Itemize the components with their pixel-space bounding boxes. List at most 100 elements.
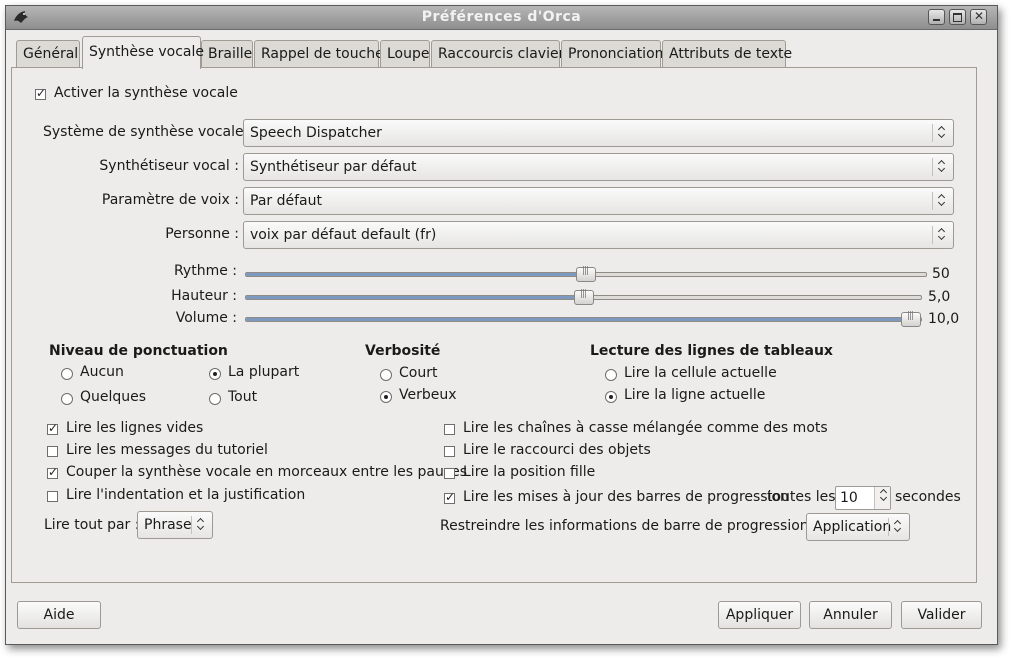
tab-general[interactable]: Général (16, 40, 80, 67)
combo-arrows-icon (932, 226, 953, 244)
close-button[interactable]: ✕ (970, 9, 987, 25)
speak-blank-lines-label[interactable]: Lire les lignes vides (66, 420, 203, 436)
object-mnemonic-label[interactable]: Lire le raccourci des objets (463, 442, 651, 458)
tab-braille[interactable]: Braille (201, 40, 253, 67)
pitch-slider-fill (246, 296, 584, 299)
speech-system-label: Système de synthèse vocale : (43, 124, 253, 140)
tab-key-bindings[interactable]: Raccourcis clavier (431, 40, 564, 67)
volume-slider-fill (246, 318, 911, 321)
enable-speech-label[interactable]: Activer la synthèse vocale (54, 85, 238, 101)
progress-restrict-label: Restreindre les informations de barre de… (440, 518, 831, 534)
combo-arrows-icon (932, 124, 953, 142)
punctuation-most-radio[interactable] (209, 368, 221, 380)
spinner-arrows-icon[interactable] (874, 487, 890, 509)
read-cell-label[interactable]: Lire la cellule actuelle (624, 365, 777, 381)
progress-updates-label[interactable]: Lire les mises à jour des barres de prog… (463, 489, 789, 505)
pitch-value: 5,0 (928, 289, 951, 305)
tab-text-attributes[interactable]: Attributs de texte (662, 40, 792, 67)
rate-label: Rythme : (173, 263, 237, 279)
rate-slider-handle[interactable] (576, 266, 596, 282)
pitch-label: Hauteur : (171, 288, 237, 304)
title-bar[interactable]: Préférences d'Orca ✕ (6, 6, 997, 30)
ok-button[interactable]: Valider (901, 601, 982, 629)
minimize-button[interactable] (928, 9, 945, 25)
say-all-label: Lire tout par : (44, 517, 140, 533)
maximize-button[interactable] (949, 9, 966, 25)
progress-updates-checkbox[interactable] (444, 490, 455, 504)
rate-slider-fill (246, 273, 586, 276)
say-all-combo[interactable]: Phrase (137, 511, 213, 539)
punctuation-all-radio[interactable] (209, 393, 221, 405)
apply-button[interactable]: Appliquer (718, 601, 801, 629)
combo-arrows-icon (191, 516, 212, 534)
punctuation-some-label[interactable]: Quelques (80, 389, 146, 405)
read-row-label[interactable]: Lire la ligne actuelle (624, 387, 765, 403)
punctuation-all-label[interactable]: Tout (228, 389, 257, 405)
progress-unit-label: secondes (895, 489, 961, 505)
verbosity-brief-radio[interactable] (380, 369, 392, 381)
person-combo[interactable]: voix par défaut default (fr) (243, 221, 954, 249)
verbosity-verbose-label[interactable]: Verbeux (399, 387, 457, 403)
child-position-label[interactable]: Lire la position fille (463, 464, 595, 480)
speech-system-value: Speech Dispatcher (250, 125, 382, 141)
maximize-icon (953, 13, 962, 22)
rate-value: 50 (932, 266, 950, 282)
rate-slider[interactable] (245, 266, 927, 282)
volume-value: 10,0 (928, 311, 960, 327)
break-into-chunks-checkbox[interactable] (47, 465, 58, 479)
volume-slider-handle[interactable] (901, 311, 921, 327)
synthesizer-value: Synthétiseur par défaut (250, 159, 417, 175)
mixed-case-checkbox[interactable] (444, 424, 455, 435)
say-all-value: Phrase (144, 517, 192, 533)
tab-speech[interactable]: Synthèse vocale (82, 36, 204, 69)
pitch-slider[interactable] (245, 289, 922, 305)
help-button[interactable]: Aide (17, 601, 101, 629)
speak-blank-lines-checkbox[interactable] (47, 421, 58, 435)
minimize-icon (933, 19, 940, 21)
tab-magnifier[interactable]: Loupe (380, 40, 430, 67)
synthesizer-combo[interactable]: Synthétiseur par défaut (243, 153, 954, 181)
speak-indentation-checkbox[interactable] (47, 491, 58, 502)
voice-setting-combo[interactable]: Par défaut (243, 187, 954, 215)
punctuation-none-label[interactable]: Aucun (80, 364, 124, 380)
window-title: Préférences d'Orca (421, 9, 582, 25)
progress-every-label: toutes les (767, 489, 836, 505)
speak-tutorial-checkbox[interactable] (47, 446, 58, 457)
enable-speech-checkbox[interactable] (35, 86, 46, 100)
table-rows-heading: Lecture des lignes de tableaux (590, 343, 833, 359)
voice-setting-label: Paramètre de voix : (101, 192, 239, 208)
progress-restrict-value: Application (813, 519, 892, 535)
progress-interval-spinner[interactable]: 10 (835, 486, 891, 510)
object-mnemonic-checkbox[interactable] (444, 446, 455, 457)
volume-label: Volume : (175, 310, 237, 326)
read-row-radio[interactable] (605, 391, 617, 403)
speech-system-combo[interactable]: Speech Dispatcher (243, 119, 954, 147)
combo-arrows-icon (932, 158, 953, 176)
speak-indentation-label[interactable]: Lire l'indentation et la justification (66, 487, 305, 503)
child-position-checkbox[interactable] (444, 468, 455, 479)
progress-restrict-combo[interactable]: Application (806, 513, 910, 541)
combo-arrows-icon (888, 518, 909, 536)
tab-key-echo[interactable]: Rappel de touche (254, 40, 384, 67)
verbosity-brief-label[interactable]: Court (399, 365, 437, 381)
punctuation-heading: Niveau de ponctuation (49, 343, 228, 359)
speak-tutorial-label[interactable]: Lire les messages du tutoriel (66, 442, 268, 458)
verbosity-verbose-radio[interactable] (380, 391, 392, 403)
person-label: Personne : (165, 226, 239, 242)
cancel-button[interactable]: Annuler (809, 601, 892, 629)
synthesizer-label: Synthétiseur vocal : (99, 158, 239, 174)
read-cell-radio[interactable] (605, 369, 617, 381)
close-icon: ✕ (974, 9, 985, 23)
break-into-chunks-label[interactable]: Couper la synthèse vocale en morceaux en… (66, 464, 467, 480)
punctuation-none-radio[interactable] (61, 368, 73, 380)
verbosity-heading: Verbosité (365, 343, 441, 359)
mixed-case-label[interactable]: Lire les chaînes à casse mélangée comme … (463, 420, 828, 436)
punctuation-most-label[interactable]: La plupart (228, 364, 299, 380)
combo-arrows-icon (932, 192, 953, 210)
volume-slider[interactable] (245, 311, 922, 327)
tab-pronunciation[interactable]: Prononciation (561, 40, 664, 67)
punctuation-some-radio[interactable] (61, 393, 73, 405)
progress-interval-value: 10 (840, 490, 858, 506)
pitch-slider-handle[interactable] (574, 289, 594, 305)
person-value: voix par défaut default (fr) (250, 227, 437, 243)
